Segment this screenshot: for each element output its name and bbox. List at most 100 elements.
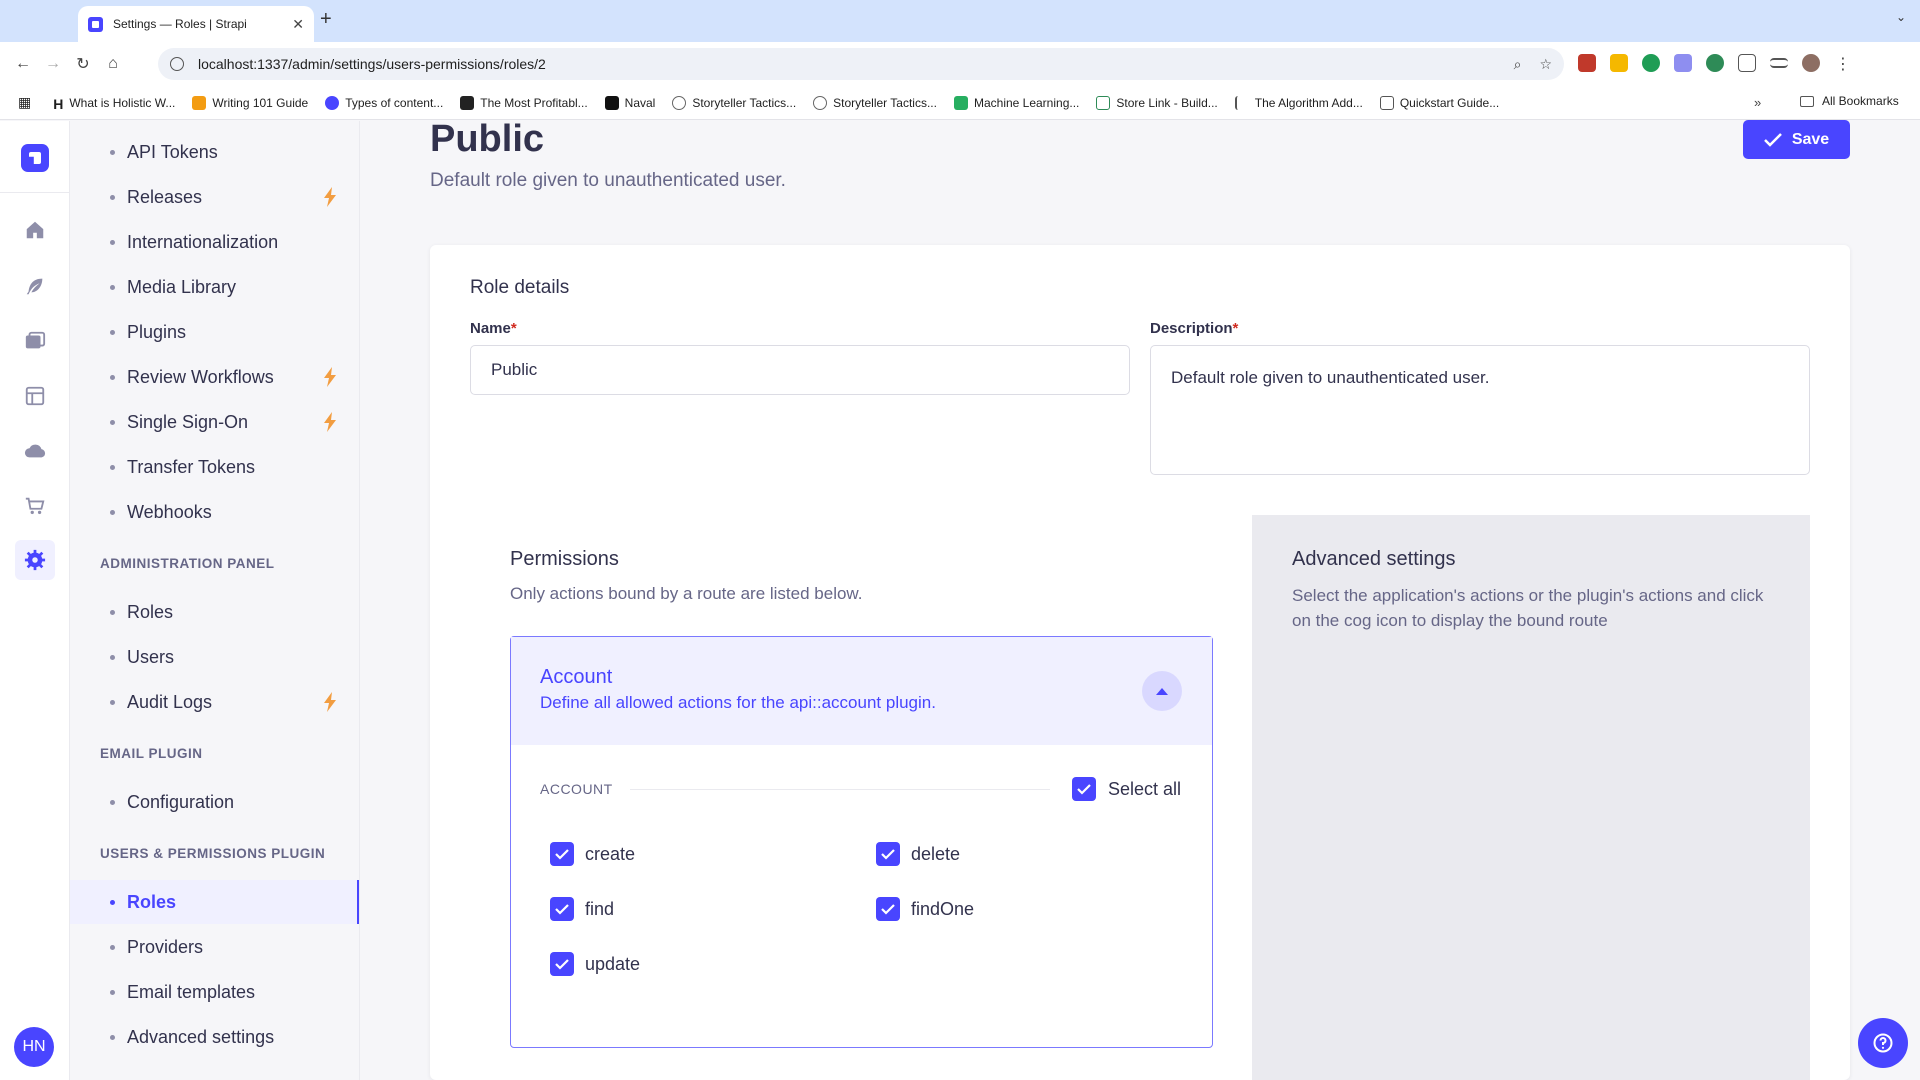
update-checkbox[interactable]: [550, 952, 574, 976]
bullet: [110, 609, 115, 615]
check-icon: [555, 958, 569, 970]
account-accordion-header[interactable]: [511, 637, 1212, 745]
subnav-item-configuration[interactable]: Configuration: [70, 780, 359, 824]
strapi-logo-icon[interactable]: [21, 144, 49, 172]
delete-checkbox[interactable]: [876, 842, 900, 866]
accordion-title: Account: [540, 666, 613, 688]
all-bookmarks[interactable]: All Bookmarks: [1800, 94, 1899, 108]
subnav-item-admin-roles[interactable]: Roles: [70, 590, 359, 634]
bullet: [110, 989, 115, 995]
permissions-title: Permissions: [510, 548, 619, 570]
menu-icon[interactable]: ⋮: [1834, 54, 1852, 73]
site-info-icon[interactable]: [170, 57, 184, 71]
help-button[interactable]: [1858, 1018, 1908, 1068]
subnav-item-transfer-tokens[interactable]: Transfer Tokens: [70, 445, 359, 489]
subnav-item-plugins[interactable]: Plugins: [70, 310, 359, 354]
subnav-item-review-workflows[interactable]: Review Workflows: [70, 355, 359, 399]
browser-tab[interactable]: Settings — Roles | Strapi ✕: [78, 6, 314, 42]
description-label: Description*: [1150, 320, 1239, 337]
subnav-item-roles[interactable]: Roles: [70, 880, 359, 924]
bookmark-item[interactable]: The Algorithm Add...: [1234, 95, 1363, 110]
bookmark-item[interactable]: Storyteller Tactics...: [672, 95, 796, 110]
extension-icon[interactable]: [1610, 54, 1628, 72]
media-library-icon[interactable]: [22, 328, 48, 354]
extension-icon[interactable]: [1706, 54, 1724, 72]
subnav-item-single-sign-on[interactable]: Single Sign-On: [70, 400, 359, 444]
subnav-item-webhooks[interactable]: Webhooks: [70, 490, 359, 534]
check-icon: [881, 848, 895, 860]
bookmark-item[interactable]: Naval: [604, 95, 655, 110]
browser-tab-title: Settings — Roles | Strapi: [113, 17, 247, 31]
profile-icon[interactable]: [1802, 54, 1820, 72]
bullet: [110, 239, 115, 245]
find-checkbox[interactable]: [550, 897, 574, 921]
update-label: update: [585, 954, 641, 974]
more-bookmarks-icon[interactable]: »: [1754, 95, 1761, 110]
bookmark-item[interactable]: Quickstart Guide...: [1379, 95, 1499, 110]
content-manager-feather-icon[interactable]: [22, 273, 48, 299]
select-all-label: Select all: [1108, 779, 1182, 799]
media-controls-icon[interactable]: [1770, 58, 1788, 68]
new-tab-icon[interactable]: +: [320, 8, 332, 31]
zoom-icon[interactable]: ⌕: [1514, 56, 1522, 73]
findone-checkbox[interactable]: [876, 897, 900, 921]
bullet: [110, 464, 115, 470]
subnav-item-media-library[interactable]: Media Library: [70, 265, 359, 309]
star-icon[interactable]: ☆: [1539, 56, 1552, 73]
subnav-item-advanced-settings[interactable]: Advanced settings: [70, 1015, 359, 1059]
subnav-item-users[interactable]: Users: [70, 635, 359, 679]
divider: [630, 789, 1050, 790]
account-group-label: ACCOUNT: [540, 781, 613, 797]
bullet: [110, 699, 115, 705]
bookmark-item[interactable]: Types of content...: [325, 95, 443, 110]
bookmark-item[interactable]: H What is Holistic W...: [53, 96, 175, 112]
puzzle-icon[interactable]: [1738, 54, 1756, 72]
create-checkbox[interactable]: [550, 842, 574, 866]
bookmark-item[interactable]: Writing 101 Guide: [192, 95, 308, 110]
subnav-item-email-templates[interactable]: Email templates: [70, 970, 359, 1014]
description-field[interactable]: Default role given to unauthenticated us…: [1150, 345, 1810, 475]
advanced-settings-description: Select the application's actions or the …: [1292, 586, 1764, 630]
extension-icon[interactable]: [1642, 54, 1660, 72]
bookmark-item[interactable]: The Most Profitabl...: [460, 95, 588, 110]
browser-toolbar: ← → ↻ ⌂ localhost:1337/admin/settings/us…: [0, 42, 1920, 86]
question-icon: [1873, 1033, 1893, 1053]
bullet: [110, 194, 115, 200]
marketplace-cart-icon[interactable]: [22, 493, 48, 519]
subnav-item-releases[interactable]: Releases: [70, 175, 359, 219]
bullet: [110, 329, 115, 335]
section-title-administration-panel: ADMINISTRATION PANEL: [100, 556, 275, 571]
chevron-down-icon[interactable]: ⌄: [1896, 10, 1906, 24]
subnav-item-api-tokens[interactable]: API Tokens: [70, 130, 359, 174]
address-bar[interactable]: localhost:1337/admin/settings/users-perm…: [158, 48, 1564, 80]
content-type-builder-layout-icon[interactable]: [22, 383, 48, 409]
extension-icon[interactable]: [1674, 54, 1692, 72]
select-all-checkbox[interactable]: [1072, 777, 1096, 801]
check-icon: [1077, 783, 1091, 795]
back-icon[interactable]: ←: [10, 55, 36, 73]
bullet: [110, 654, 115, 660]
bookmark-item[interactable]: Store Link - Build...: [1096, 95, 1218, 110]
name-field[interactable]: [470, 345, 1130, 395]
apps-icon[interactable]: ▦: [18, 94, 31, 111]
close-tab-icon[interactable]: ✕: [292, 16, 304, 33]
settings-cog-icon[interactable]: [15, 540, 55, 580]
bookmark-item[interactable]: Machine Learning...: [953, 95, 1079, 110]
subnav-item-internationalization[interactable]: Internationalization: [70, 220, 359, 264]
bullet: [110, 284, 115, 290]
extension-icon[interactable]: [1578, 54, 1596, 72]
browser-tab-bar: Settings — Roles | Strapi ✕ + ⌄: [0, 0, 1920, 42]
cloud-icon[interactable]: [22, 438, 48, 464]
bookmark-item[interactable]: Storyteller Tactics...: [813, 95, 937, 110]
subnav-item-audit-logs[interactable]: Audit Logs: [70, 680, 359, 724]
accordion-description: Define all allowed actions for the api::…: [540, 693, 936, 712]
page-subtitle: Default role given to unauthenticated us…: [430, 170, 786, 191]
accordion-toggle-button[interactable]: [1142, 671, 1182, 711]
avatar[interactable]: HN: [14, 1027, 54, 1067]
save-button[interactable]: Save: [1743, 120, 1850, 159]
home-icon[interactable]: ⌂: [100, 55, 126, 73]
reload-icon[interactable]: ↻: [70, 54, 96, 74]
forward-icon[interactable]: →: [40, 55, 66, 73]
subnav-item-providers[interactable]: Providers: [70, 925, 359, 969]
home-icon[interactable]: [22, 217, 48, 243]
